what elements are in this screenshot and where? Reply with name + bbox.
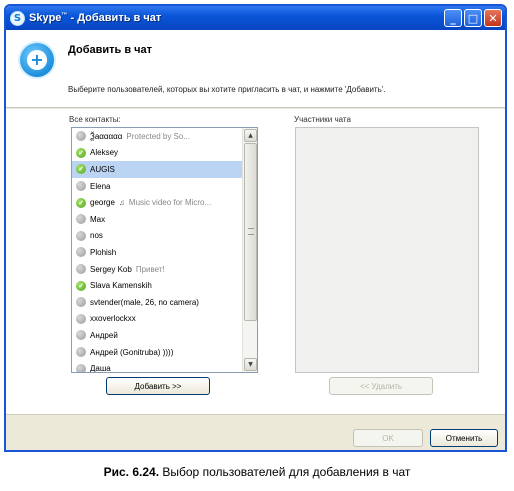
- remove-button[interactable]: << Удалить: [329, 377, 433, 395]
- maximize-button[interactable]: □: [464, 9, 482, 27]
- contact-mood: Protected by So...: [126, 131, 190, 141]
- contact-name: xxoverlockxx: [90, 314, 136, 324]
- members-label: Участники чата: [294, 115, 351, 124]
- close-button[interactable]: ✕: [484, 9, 502, 27]
- window-title-app: Skype: [29, 12, 62, 24]
- contact-name: Sergey Kob: [90, 264, 132, 274]
- contact-name: Ѯаααααα: [90, 131, 123, 141]
- add-chat-icon: +: [20, 43, 54, 77]
- add-to-chat-dialog: S Skype™ - Добавить в чат _ □ ✕ + Добави…: [4, 4, 507, 452]
- contact-row[interactable]: Даша: [72, 360, 243, 373]
- contact-name: george: [90, 198, 115, 208]
- contact-row[interactable]: Plohish: [72, 244, 243, 261]
- scroll-up-icon[interactable]: ▲: [244, 129, 257, 142]
- contact-name: Андрей: [90, 330, 118, 340]
- status-offline-icon: [76, 131, 86, 142]
- status-offline-icon: [76, 264, 86, 275]
- skype-logo-icon: S: [10, 10, 25, 26]
- figure-caption-text: Выбор пользователей для добавления в чат: [159, 465, 411, 479]
- status-offline-icon: [76, 247, 86, 258]
- contact-row[interactable]: nos: [72, 228, 243, 245]
- dialog-description: Выберите пользователей, которых вы хотит…: [68, 85, 386, 94]
- contact-row[interactable]: ✓ Aleksey: [72, 145, 243, 162]
- status-offline-icon: [76, 297, 86, 308]
- status-offline-icon: [76, 230, 86, 241]
- contact-row[interactable]: Андрей (Gonitruba) )))): [72, 344, 243, 361]
- status-offline-icon: [76, 214, 86, 225]
- chat-members-list[interactable]: [295, 127, 479, 373]
- dialog-body: Все контакты: Участники чата Ѯаααααα Prot…: [6, 109, 505, 414]
- scroll-thumb[interactable]: [244, 143, 257, 321]
- dialog-title: Добавить в чат: [68, 44, 153, 56]
- figure-caption-prefix: Рис. 6.24.: [103, 465, 160, 479]
- contact-row[interactable]: Max: [72, 211, 243, 228]
- contact-row[interactable]: Андрей: [72, 327, 243, 344]
- status-offline-icon: [76, 330, 86, 341]
- contact-row[interactable]: ✓ george ♫ Music video for Micro...: [72, 194, 243, 211]
- music-note-icon: ♫: [118, 198, 125, 208]
- contact-row[interactable]: Ѯаααααα Protected by So...: [72, 128, 243, 145]
- window-title-suffix: - Добавить в чат: [67, 12, 162, 24]
- contact-name: Plohish: [90, 247, 117, 257]
- contact-name: Elena: [90, 181, 111, 191]
- status-online-icon: ✓: [76, 147, 86, 158]
- contact-name: Даша: [90, 364, 111, 373]
- status-online-icon: ✓: [76, 197, 86, 208]
- contact-name: AUGIS: [90, 164, 115, 174]
- contact-row[interactable]: xxoverlockxx: [72, 311, 243, 328]
- window-title: Skype™ - Добавить в чат: [29, 12, 161, 24]
- contact-row[interactable]: svtender(male, 26, no camera): [72, 294, 243, 311]
- contact-mood: Music video for Micro...: [128, 198, 212, 208]
- contact-mood: Привет!: [135, 264, 165, 274]
- ok-button[interactable]: OK: [353, 429, 423, 447]
- contact-name: Slava Kamenskih: [90, 281, 152, 291]
- status-offline-icon: [76, 363, 86, 372]
- dialog-header: + Добавить в чат Выберите пользователей,…: [6, 30, 505, 108]
- minimize-button[interactable]: _: [444, 9, 462, 27]
- contact-name: svtender(male, 26, no camera): [90, 297, 199, 307]
- status-online-icon: ✓: [76, 164, 86, 175]
- scroll-down-icon[interactable]: ▼: [244, 358, 257, 371]
- dialog-footer: OK Отменить: [6, 414, 505, 450]
- contact-row[interactable]: ✓ AUGIS: [72, 161, 243, 178]
- status-offline-icon: [76, 313, 86, 324]
- figure-caption: Рис. 6.24. Выбор пользователей для добав…: [0, 465, 514, 479]
- contact-name: Aleksey: [90, 148, 119, 158]
- contacts-label: Все контакты:: [69, 115, 121, 124]
- status-offline-icon: [76, 181, 86, 192]
- cancel-button[interactable]: Отменить: [430, 429, 498, 447]
- window-controls: _ □ ✕: [444, 9, 502, 27]
- contacts-scrollbar[interactable]: ▲ ▼: [242, 128, 257, 372]
- status-offline-icon: [76, 347, 86, 358]
- title-bar[interactable]: S Skype™ - Добавить в чат _ □ ✕: [6, 6, 505, 30]
- contact-name: nos: [90, 231, 103, 241]
- contact-row[interactable]: Sergey Kob Привет!: [72, 261, 243, 278]
- add-button[interactable]: Добавить >>: [106, 377, 210, 395]
- contact-name: Андрей (Gonitruba) )))): [90, 347, 174, 357]
- contact-name: Max: [90, 214, 106, 224]
- contacts-list-items: Ѯаααααα Protected by So... ✓ Aleksey ✓ AUGIS E…: [72, 128, 243, 373]
- contact-row[interactable]: ✓ Slava Kamenskih: [72, 277, 243, 294]
- contacts-list[interactable]: Ѯаααααα Protected by So... ✓ Aleksey ✓ AUGIS E…: [71, 127, 258, 373]
- status-online-icon: ✓: [76, 280, 86, 291]
- contact-row[interactable]: Elena: [72, 178, 243, 195]
